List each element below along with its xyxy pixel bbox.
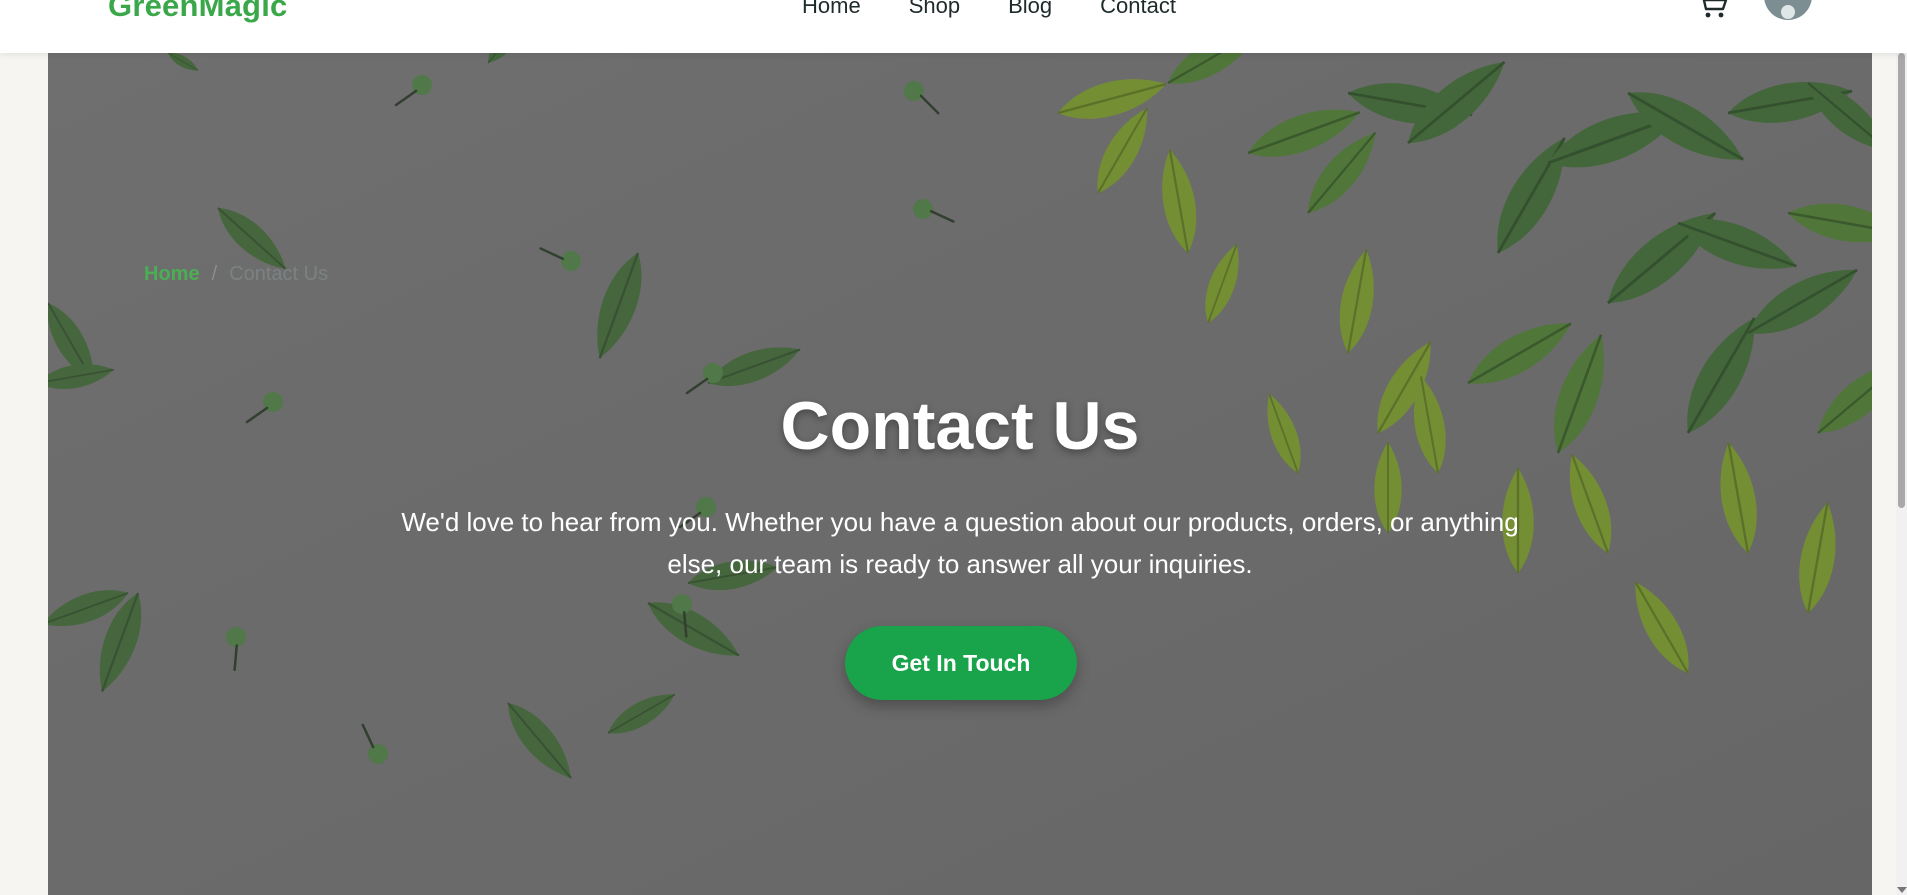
nav-contact-link[interactable]: Contact — [1100, 0, 1176, 21]
hero-section: Home / Contact Us Contact Us We'd love t… — [48, 53, 1872, 895]
user-avatar-icon[interactable] — [1764, 0, 1812, 20]
get-in-touch-button[interactable]: Get In Touch — [845, 626, 1077, 700]
scroll-down-arrow-icon[interactable] — [1897, 887, 1907, 893]
nav-blog-link[interactable]: Blog — [1008, 0, 1052, 21]
hero-description: We'd love to hear from you. Whether you … — [401, 507, 1519, 579]
breadcrumb-separator: / — [211, 263, 218, 285]
cart-icon[interactable] — [1696, 0, 1730, 20]
main-nav: Home Shop Blog Contact — [802, 0, 1176, 21]
breadcrumb-current: Contact Us — [229, 263, 329, 285]
page-title: Contact Us — [780, 388, 1140, 464]
page-scrollbar[interactable] — [1896, 53, 1907, 895]
nav-home-link[interactable]: Home — [802, 0, 861, 21]
site-header: GreenMagic Home Shop Blog Contact — [0, 0, 1907, 53]
nav-shop-link[interactable]: Shop — [909, 0, 960, 21]
brand-logo[interactable]: GreenMagic — [108, 0, 287, 24]
user-silhouette-icon — [1781, 5, 1795, 19]
hero-overlay — [48, 53, 1872, 895]
breadcrumb-home-link[interactable]: Home — [144, 263, 200, 286]
breadcrumb: Home / Contact Us — [144, 263, 328, 286]
scrollbar-thumb[interactable] — [1898, 53, 1905, 508]
